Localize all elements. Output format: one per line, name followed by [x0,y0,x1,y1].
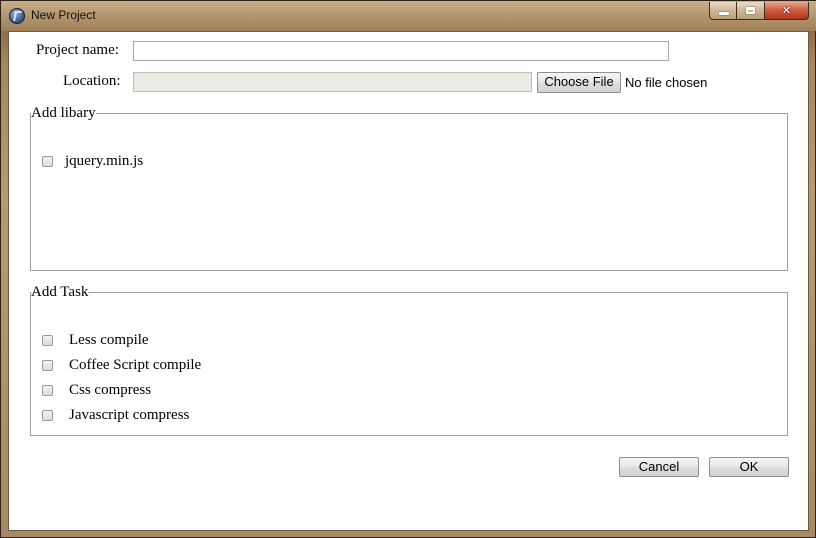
task-checkbox-coffee[interactable] [42,359,53,371]
ok-button[interactable]: OK [709,457,789,477]
task-item-css[interactable]: Css compress [31,380,151,400]
task-checkbox-css[interactable] [42,384,53,396]
tasks-fieldset: Add Task Less compile Coffee Script comp… [30,284,788,436]
project-name-label: Project name: [36,42,119,58]
task-checkbox-javascript[interactable] [42,409,53,421]
task-checkbox-less[interactable] [42,334,53,346]
app-icon [9,8,25,24]
task-item-coffee[interactable]: Coffee Script compile [31,355,201,375]
maximize-icon [746,7,755,14]
minimize-button[interactable] [709,2,737,20]
task-label-coffee: Coffee Script compile [69,356,202,373]
dialog-content: Project name: Location: Choose File No f… [8,31,809,531]
no-file-chosen-text: No file chosen [625,75,708,90]
maximize-button[interactable] [737,2,765,20]
task-label-javascript: Javascript compress [69,406,190,423]
location-label: Location: [63,73,121,89]
close-button[interactable]: ✕ [765,2,809,20]
library-fieldset: Add libary jquery.min.js [30,105,788,271]
window-controls: ✕ [709,2,809,20]
project-name-input[interactable] [133,41,669,61]
library-legend: Add libary [31,105,96,121]
close-icon: ✕ [781,4,792,17]
choose-file-button[interactable]: Choose File [537,72,621,93]
task-label-css: Css compress [69,381,152,398]
library-item-jquery[interactable]: jquery.min.js [31,151,143,171]
location-input [133,72,532,92]
window-title: New Project [31,8,96,22]
tasks-legend: Add Task [31,284,89,300]
task-label-less: Less compile [69,331,149,348]
library-label-jquery: jquery.min.js [65,152,144,169]
window-frame: New Project ✕ Project name: Location: Ch… [0,0,816,538]
task-item-javascript[interactable]: Javascript compress [31,405,189,425]
minimize-icon [719,12,729,15]
title-bar[interactable]: New Project ✕ [1,1,816,31]
cancel-button[interactable]: Cancel [619,457,699,477]
task-item-less[interactable]: Less compile [31,330,149,350]
library-checkbox-jquery[interactable] [42,155,53,167]
